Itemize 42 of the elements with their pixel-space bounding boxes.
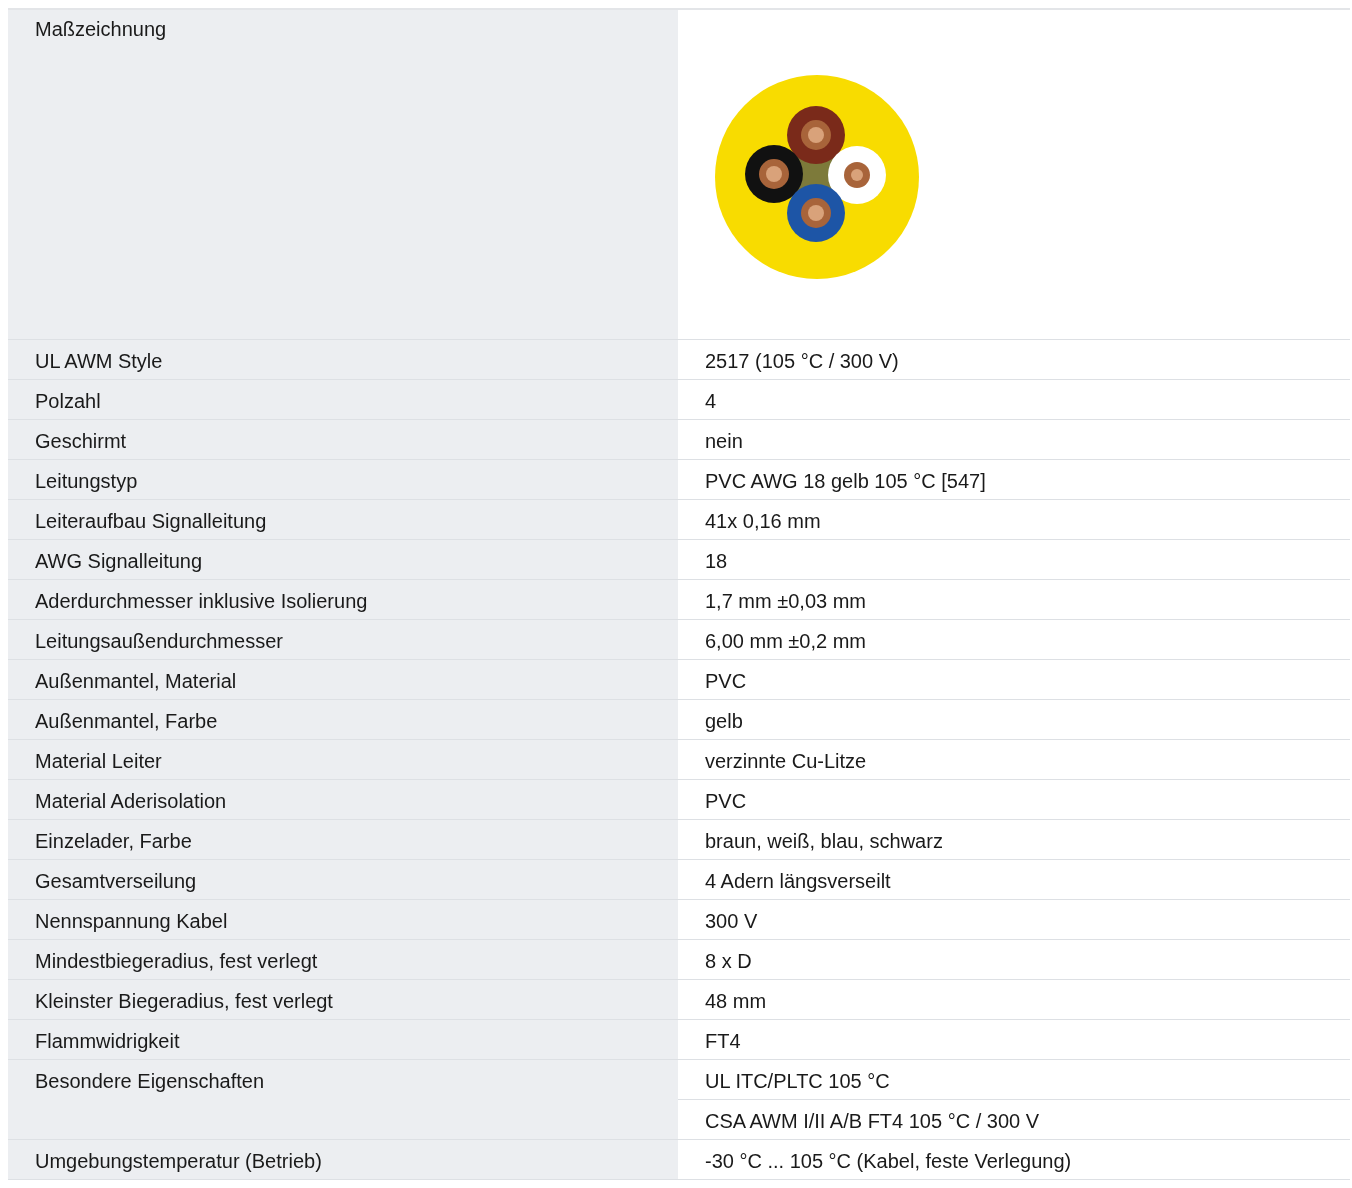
row-label: Material Aderisolation [35,790,227,812]
row-label: UL AWM Style [35,350,163,372]
row-value: 1,7 mm ±0,03 mm [705,590,866,612]
row-value: verzinnte Cu-Litze [705,750,867,772]
row-value: CSA AWM I/II A/B FT4 105 °C / 300 V [705,1110,1040,1132]
row-value: 8 x D [705,950,752,972]
row-label: Mindestbiegeradius, fest verlegt [35,950,318,972]
row-label: Geschirmt [35,430,127,452]
row-value: 4 Adern längsverseilt [705,870,891,892]
row-value: 4 [705,390,717,412]
row-value: PVC AWG 18 gelb 105 °C [547] [705,470,986,492]
row-label: Leitungsaußendurchmesser [35,630,283,652]
row-value: 2517 (105 °C / 300 V) [705,350,899,372]
row-label: Außenmantel, Farbe [35,710,218,732]
row-label: Außenmantel, Material [35,670,237,692]
row-value: 6,00 mm ±0,2 mm [705,630,866,652]
row-label: Polzahl [35,390,101,412]
row-value: PVC [705,790,747,812]
row-label: Aderdurchmesser inklusive Isolierung [35,590,368,612]
row-value: 18 [705,550,728,572]
row-label: Material Leiter [35,750,162,772]
row-label: Einzelader, Farbe [35,830,192,852]
row-label: Besondere Eigenschaften [35,1070,265,1092]
row-label: Leitungstyp [35,470,138,492]
row-label: AWG Signalleitung [35,550,203,572]
row-label: Flammwidrigkeit [35,1030,180,1052]
row-value: FT4 [705,1030,741,1052]
row-value: -30 °C ... 105 °C (Kabel, feste Verlegung) [705,1150,1072,1172]
row-value: braun, weiß, blau, schwarz [705,830,943,852]
row-value: 41x 0,16 mm [705,510,821,532]
row-label: Umgebungstemperatur (Betrieb) [35,1150,322,1172]
row-label: Gesamtverseilung [35,870,197,892]
row-value: UL ITC/PLTC 105 °C [705,1070,890,1092]
row-value: 48 mm [705,990,767,1012]
row-label: Maßzeichnung [35,18,167,40]
row-label: Nennspannung Kabel [35,910,228,932]
row-value: gelb [705,710,743,732]
row-value: 300 V [705,910,758,932]
row-label: Leiteraufbau Signalleitung [35,510,267,532]
row-label: Kleinster Biegeradius, fest verlegt [35,990,333,1012]
row-value: PVC [705,670,747,692]
row-value: nein [705,430,743,452]
